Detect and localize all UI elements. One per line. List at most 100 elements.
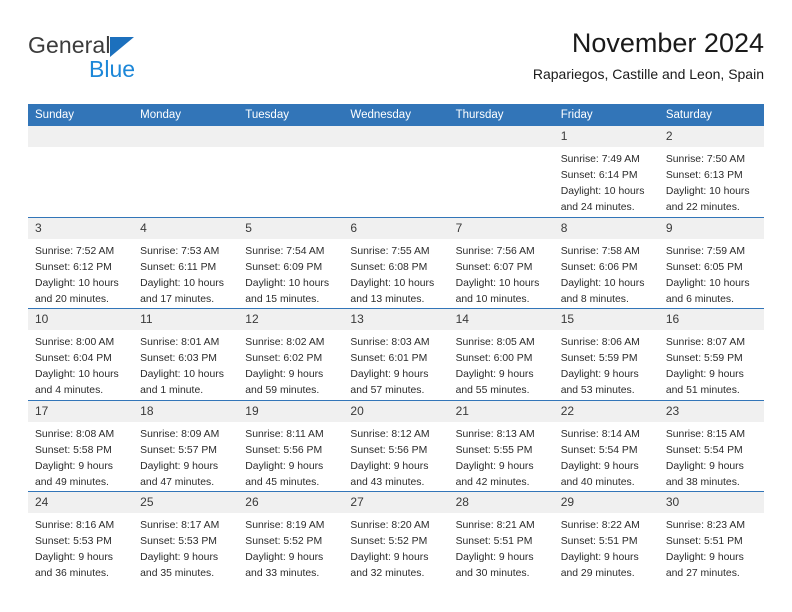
sunset-text: Sunset: 6:08 PM	[350, 261, 428, 273]
calendar-day-cell[interactable]: 18 Sunrise: 8:09 AM Sunset: 5:57 PM Dayligh…	[133, 399, 239, 492]
sunset-text: Sunset: 6:13 PM	[665, 170, 743, 182]
calendar-day-cell[interactable]: 26 Sunrise: 8:19 AM Sunset: 5:52 PM Dayligh…	[238, 491, 344, 583]
day-number: 19	[238, 400, 344, 422]
calendar-day-cell[interactable]: 11 Sunrise: 8:01 AM Sunset: 6:03 PM Dayligh…	[133, 308, 239, 400]
day-number	[28, 126, 134, 147]
sunset-text: Sunset: 5:56 PM	[245, 444, 323, 456]
calendar-day-cell[interactable]: 20 Sunrise: 8:12 AM Sunset: 5:56 PM Dayligh…	[343, 399, 449, 492]
day-details: Sunrise: 8:13 AM Sunset: 5:55 PM Daylight:…	[449, 422, 554, 492]
daylight-text: Daylight: 10 hours and 22 minutes.	[665, 186, 750, 214]
day-details: Sunrise: 8:22 AM Sunset: 5:51 PM Daylight:…	[554, 513, 659, 583]
sunrise-text: Sunrise: 8:01 AM	[140, 337, 220, 348]
day-details: Sunrise: 8:01 AM Sunset: 6:03 PM Daylight:…	[133, 330, 238, 400]
sunset-text: Sunset: 6:04 PM	[35, 353, 112, 365]
day-number: 4	[133, 217, 239, 239]
weekday-header-wednesday: Wednesday	[343, 104, 449, 126]
sunrise-text: Sunrise: 8:20 AM	[350, 520, 430, 531]
day-number: 30	[658, 492, 764, 513]
day-number: 28	[448, 492, 554, 513]
calendar-day-cell[interactable]: 22 Sunrise: 8:14 AM Sunset: 5:54 PM Dayligh…	[553, 399, 659, 492]
day-details: Sunrise: 7:56 AM Sunset: 6:07 PM Daylight:…	[449, 239, 554, 309]
sunset-text: Sunset: 5:53 PM	[140, 536, 217, 548]
day-details: Sunrise: 7:49 AM Sunset: 6:14 PM Daylight:…	[554, 147, 659, 217]
daylight-text: Daylight: 9 hours and 51 minutes.	[665, 369, 744, 397]
sunrise-text: Sunrise: 8:05 AM	[455, 337, 535, 348]
calendar-header-row: Sunday Monday Tuesday Wednesday Thursday Frid…	[28, 104, 764, 126]
daylight-text: Daylight: 9 hours and 43 minutes.	[350, 460, 429, 488]
daylight-text: Daylight: 10 hours and 17 minutes.	[140, 277, 224, 305]
day-number: 22	[553, 400, 659, 422]
calendar-day-cell[interactable]: 7 Sunrise: 7:56 AM Sunset: 6:07 PM Daylight…	[448, 216, 554, 309]
day-number: 23	[658, 400, 764, 422]
sunrise-text: Sunrise: 8:02 AM	[245, 337, 325, 348]
calendar-day-cell[interactable]: 13 Sunrise: 8:03 AM Sunset: 6:01 PM Dayligh…	[343, 308, 449, 400]
day-details: Sunrise: 7:52 AM Sunset: 6:12 PM Daylight:…	[28, 239, 133, 309]
sunrise-text: Sunrise: 7:52 AM	[35, 245, 115, 257]
sunset-text: Sunset: 5:54 PM	[560, 444, 638, 456]
sunrise-text: Sunrise: 8:09 AM	[140, 428, 220, 440]
sunset-text: Sunset: 5:51 PM	[455, 536, 533, 548]
day-number: 3	[28, 217, 134, 239]
general-blue-logo[interactable]: General Blue	[28, 34, 228, 90]
sunset-text: Sunset: 5:56 PM	[350, 444, 428, 456]
day-number: 21	[448, 400, 554, 422]
calendar-day-cell[interactable]: 8 Sunrise: 7:58 AM Sunset: 6:06 PM Daylight…	[553, 216, 659, 309]
calendar-week-row: 10 Sunrise: 8:00 AM Sunset: 6:04 PM Dayligh…	[28, 308, 764, 400]
sunset-text: Sunset: 5:52 PM	[350, 536, 428, 548]
day-number: 1	[553, 126, 659, 147]
calendar-week-row: 17 Sunrise: 8:08 AM Sunset: 5:58 PM Dayligh…	[28, 399, 764, 492]
calendar-day-cell[interactable]: 17 Sunrise: 8:08 AM Sunset: 5:58 PM Dayligh…	[28, 399, 134, 492]
calendar-day-cell[interactable]: 12 Sunrise: 8:02 AM Sunset: 6:02 PM Dayligh…	[238, 308, 344, 400]
daylight-text: Daylight: 9 hours and 32 minutes.	[350, 552, 429, 580]
daylight-text: Daylight: 10 hours and 20 minutes.	[35, 277, 119, 305]
calendar-day-cell[interactable]: 15 Sunrise: 8:06 AM Sunset: 5:59 PM Dayligh…	[553, 308, 659, 400]
calendar-table: Sunday Monday Tuesday Wednesday Thursday Frid…	[28, 104, 764, 583]
sunrise-text: Sunrise: 8:11 AM	[245, 428, 324, 440]
calendar-day-cell[interactable]: 2 Sunrise: 7:50 AM Sunset: 6:13 PM Daylight…	[658, 126, 764, 217]
sunset-text: Sunset: 6:02 PM	[245, 353, 323, 365]
calendar-day-cell[interactable]: 19 Sunrise: 8:11 AM Sunset: 5:56 PM Dayligh…	[238, 399, 344, 492]
title-block: November 2024 Rapariegos, Castille and L…	[533, 28, 764, 83]
weekday-header-friday: Friday	[553, 104, 659, 126]
day-details: Sunrise: 8:11 AM Sunset: 5:56 PM Daylight:…	[238, 422, 343, 492]
day-details: Sunrise: 8:20 AM Sunset: 5:52 PM Daylight:…	[343, 513, 448, 583]
calendar-day-cell[interactable]: 6 Sunrise: 7:55 AM Sunset: 6:08 PM Daylight…	[343, 216, 449, 309]
sunset-text: Sunset: 6:05 PM	[665, 261, 743, 273]
calendar-day-cell[interactable]: 14 Sunrise: 8:05 AM Sunset: 6:00 PM Dayligh…	[448, 308, 554, 400]
daylight-text: Daylight: 10 hours and 6 minutes.	[665, 277, 750, 305]
calendar-day-cell[interactable]: 29 Sunrise: 8:22 AM Sunset: 5:51 PM Dayligh…	[553, 491, 659, 583]
page-header: General Blue November 2024 Rapariegos, C…	[28, 28, 764, 98]
calendar-week-row: 24 Sunrise: 8:16 AM Sunset: 5:53 PM Dayligh…	[28, 491, 764, 583]
calendar-day-cell[interactable]: 27 Sunrise: 8:20 AM Sunset: 5:52 PM Dayligh…	[343, 491, 449, 583]
sunset-text: Sunset: 5:53 PM	[35, 536, 112, 548]
calendar-day-cell[interactable]: 24 Sunrise: 8:16 AM Sunset: 5:53 PM Dayligh…	[28, 491, 134, 583]
daylight-text: Daylight: 9 hours and 33 minutes.	[245, 552, 324, 580]
calendar-day-cell[interactable]: 16 Sunrise: 8:07 AM Sunset: 5:59 PM Dayligh…	[658, 308, 764, 400]
calendar-day-cell[interactable]: 10 Sunrise: 8:00 AM Sunset: 6:04 PM Dayligh…	[28, 308, 134, 400]
calendar-day-cell[interactable]: 1 Sunrise: 7:49 AM Sunset: 6:14 PM Daylight…	[553, 126, 659, 217]
calendar-day-cell[interactable]: 21 Sunrise: 8:13 AM Sunset: 5:55 PM Dayligh…	[448, 399, 554, 492]
day-details: Sunrise: 7:54 AM Sunset: 6:09 PM Daylight:…	[238, 239, 343, 309]
day-details: Sunrise: 7:58 AM Sunset: 6:06 PM Daylight:…	[554, 239, 659, 309]
daylight-text: Daylight: 9 hours and 27 minutes.	[665, 552, 744, 580]
sunset-text: Sunset: 6:06 PM	[560, 261, 638, 273]
calendar-day-cell[interactable]: 30 Sunrise: 8:23 AM Sunset: 5:51 PM Dayligh…	[658, 491, 764, 583]
day-number: 13	[343, 309, 449, 330]
sunset-text: Sunset: 5:58 PM	[35, 444, 112, 456]
calendar-day-cell[interactable]: 5 Sunrise: 7:54 AM Sunset: 6:09 PM Daylight…	[238, 216, 344, 309]
calendar-day-cell[interactable]: 4 Sunrise: 7:53 AM Sunset: 6:11 PM Daylight…	[133, 216, 239, 309]
sunrise-text: Sunrise: 8:13 AM	[455, 428, 535, 440]
day-number	[343, 126, 449, 147]
daylight-text: Daylight: 9 hours and 53 minutes.	[560, 369, 639, 397]
calendar-day-cell[interactable]: 28 Sunrise: 8:21 AM Sunset: 5:51 PM Dayligh…	[448, 491, 554, 583]
daylight-text: Daylight: 9 hours and 45 minutes.	[245, 460, 324, 488]
sunset-text: Sunset: 5:57 PM	[140, 444, 217, 456]
calendar-day-cell[interactable]: 23 Sunrise: 8:15 AM Sunset: 5:54 PM Dayligh…	[658, 399, 764, 492]
weekday-header-tuesday: Tuesday	[238, 104, 344, 126]
calendar-day-cell[interactable]: 9 Sunrise: 7:59 AM Sunset: 6:05 PM Daylight…	[658, 216, 764, 309]
sunset-text: Sunset: 5:59 PM	[665, 353, 743, 365]
calendar-day-cell[interactable]: 3 Sunrise: 7:52 AM Sunset: 6:12 PM Daylight…	[28, 216, 134, 309]
sunrise-text: Sunrise: 8:06 AM	[560, 337, 640, 348]
calendar-day-cell[interactable]: 25 Sunrise: 8:17 AM Sunset: 5:53 PM Dayligh…	[133, 491, 239, 583]
sunrise-text: Sunrise: 7:59 AM	[665, 245, 745, 257]
